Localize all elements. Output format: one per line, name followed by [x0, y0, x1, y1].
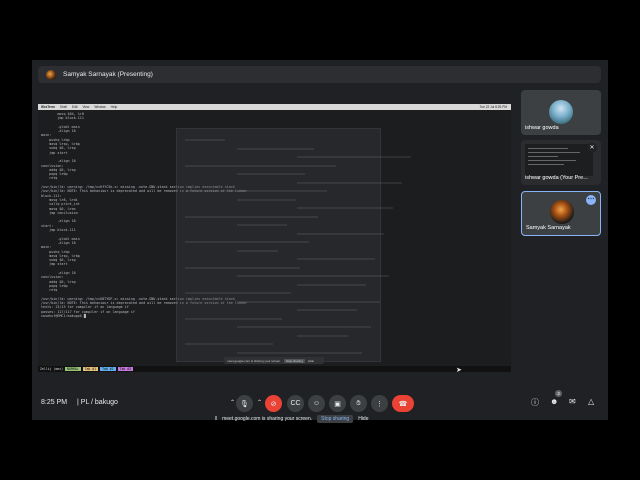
menubar-item[interactable]: Edit: [72, 105, 78, 109]
menubar-item[interactable]: WezTerm: [41, 105, 55, 109]
background-window-line: [185, 164, 336, 167]
background-window: [176, 128, 411, 362]
background-window-line: [237, 351, 362, 354]
background-window-line: [297, 181, 402, 184]
hide-button[interactable]: Hide: [358, 416, 368, 422]
avatar: [549, 100, 573, 124]
statusline-mode: NORMAL: [65, 367, 81, 371]
background-window-line: [237, 275, 389, 277]
participant-tile-active[interactable]: ⋯ Samyak Sarnayak: [521, 191, 601, 236]
meeting-clock: 8:25 PM: [41, 399, 68, 406]
mic-options-chevron-icon[interactable]: ⌃: [230, 399, 235, 406]
meeting-code: | PL / bakugo: [77, 399, 118, 406]
background-window-line: [185, 343, 273, 345]
background-window-line: [297, 207, 393, 209]
background-window-line: [185, 266, 300, 269]
menubar-item[interactable]: View: [82, 105, 89, 109]
share-banner-hide-button[interactable]: Hide: [308, 359, 314, 363]
background-window-line: [237, 249, 278, 252]
participant-name: Samyak Sarnayak: [526, 225, 571, 231]
participant-name: ishwar gowda (Your Pre...: [525, 175, 588, 181]
share-banner-text: meet.google.com is sharing your screen.: [227, 358, 282, 363]
presentation-thumbnail: [525, 144, 593, 176]
share-notice-text: meet.google.com is sharing your screen.: [222, 416, 313, 422]
statusline-app: Zellij (mex): [40, 367, 64, 371]
camera-options-chevron-icon[interactable]: ⌃: [257, 399, 262, 406]
separator: |: [77, 399, 79, 406]
background-window-line: [237, 300, 380, 303]
microphone-icon[interactable]: 🎙︎: [236, 395, 253, 412]
background-window-line: [237, 326, 371, 328]
background-window-line: [185, 139, 225, 141]
shared-screen[interactable]: WezTerm Shell Edit View Window Help Tue 22 Jul…: [38, 104, 511, 372]
more-options-icon[interactable]: ⋯: [586, 195, 596, 205]
statusline-tab: Tab #1: [82, 367, 99, 371]
statusline-tab: Tab #3: [117, 367, 134, 371]
stop-sharing-button[interactable]: Stop sharing: [317, 415, 354, 423]
background-window-line: [185, 292, 291, 294]
meeting-code-text: PL / bakugo: [80, 399, 118, 406]
background-window-line: [297, 309, 357, 311]
background-window-line: [185, 241, 309, 243]
background-window-line: [237, 173, 305, 175]
zellij-statusline: Zellij (mex) NORMAL Tab #1 Tab #2 Tab #3: [38, 366, 511, 372]
call-end-icon[interactable]: ☎: [392, 395, 414, 412]
background-window-line: [237, 198, 296, 201]
menubar-item[interactable]: Shell: [60, 105, 67, 109]
share-banner-stop-button[interactable]: Stop sharing: [284, 358, 305, 363]
presenter-avatar: [46, 69, 56, 80]
present-icon[interactable]: ▣: [329, 395, 346, 412]
mic-off-icon: ✕: [587, 143, 597, 153]
statusline-tab: Tab #2: [100, 367, 116, 371]
background-window-line: [237, 224, 287, 226]
captions-icon[interactable]: CC: [287, 395, 304, 412]
background-window-line: [185, 190, 327, 192]
screen: Samyak Sarnayak (Presenting) WezTerm Shel…: [0, 0, 640, 480]
menubar-item[interactable]: Help: [111, 105, 118, 109]
background-window-line: [185, 317, 282, 320]
terminal: movq $64, %r8 jmp block.111 .globl main …: [38, 110, 511, 366]
camera-off-icon[interactable]: ⊘: [265, 395, 282, 412]
people-icon[interactable]: ☻: [550, 397, 558, 406]
screen-share-banner: meet.google.com is sharing your screen. …: [224, 357, 324, 364]
background-window-line: [297, 232, 384, 235]
participant-tile[interactable]: ✕ ishwar gowda (Your Pre...: [521, 140, 601, 185]
meet-window: Samyak Sarnayak (Presenting) WezTerm Shel…: [32, 60, 608, 420]
participant-name: ishwar gowda: [525, 125, 559, 131]
background-window-line: [297, 156, 411, 158]
menubar-item[interactable]: Window: [94, 105, 105, 109]
presenter-bar: Samyak Sarnayak (Presenting): [38, 66, 601, 83]
participant-tile[interactable]: ishwar gowda: [521, 90, 601, 135]
more-vert-icon[interactable]: ⋮: [371, 395, 388, 412]
presenter-label: Samyak Sarnayak (Presenting): [63, 71, 153, 78]
background-window-line: [185, 215, 318, 218]
background-window-line: [297, 334, 348, 337]
mouse-cursor-icon: ➤: [456, 367, 462, 372]
info-icon[interactable]: ⓘ: [531, 397, 539, 408]
chat-icon[interactable]: ✉: [569, 397, 576, 406]
background-window-line: [297, 283, 366, 286]
avatar: [550, 200, 574, 224]
chrome-share-notice: ‖ meet.google.com is sharing your screen…: [215, 415, 415, 423]
emoji-icon[interactable]: ☺: [308, 395, 325, 412]
pause-icon: ‖: [215, 416, 218, 422]
raise-hand-icon[interactable]: ✋︎: [350, 395, 367, 412]
menubar-clock: Tue 22 Jul 8:25 PM: [479, 105, 507, 109]
people-count-badge: 3: [555, 390, 562, 397]
activities-icon[interactable]: △: [588, 397, 594, 406]
background-window-line: [237, 147, 314, 150]
background-window-line: [297, 258, 375, 260]
